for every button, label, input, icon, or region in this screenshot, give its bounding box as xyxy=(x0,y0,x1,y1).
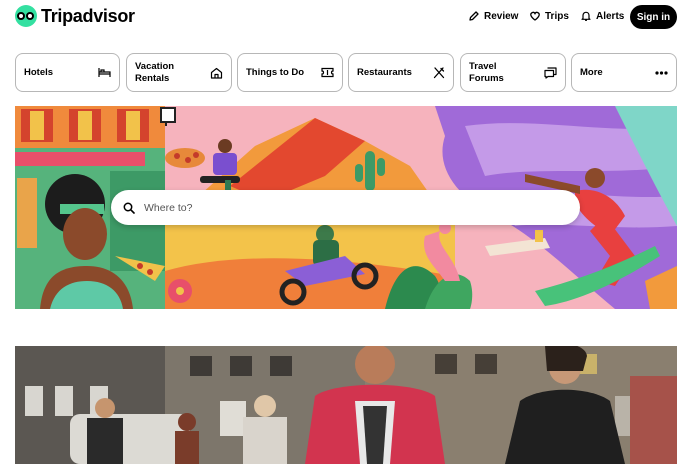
search-input[interactable]: Where to? xyxy=(111,190,580,225)
search-placeholder: Where to? xyxy=(144,201,193,214)
bed-icon xyxy=(98,68,111,77)
fork-knife-icon xyxy=(433,66,445,78)
logo-text: Tripadvisor xyxy=(41,5,135,26)
house-icon xyxy=(210,67,223,79)
street-scene-photo xyxy=(15,346,677,464)
category-label: More xyxy=(580,66,603,78)
ticket-icon xyxy=(321,67,334,78)
category-label: Things to Do xyxy=(246,66,305,78)
category-vacation-rentals-button[interactable]: Vacation Rentals xyxy=(126,53,232,92)
category-travel-forums-button[interactable]: Travel Forums xyxy=(460,53,566,92)
pencil-icon xyxy=(469,11,479,21)
alerts-label: Alerts xyxy=(596,10,625,22)
bell-icon xyxy=(581,11,591,21)
category-hotels-button[interactable]: Hotels xyxy=(15,53,120,92)
owl-logo-icon xyxy=(15,5,37,27)
hero-photo xyxy=(15,346,677,464)
trips-link[interactable]: Trips xyxy=(529,8,569,24)
sign-in-button[interactable]: Sign in xyxy=(630,5,677,29)
search-icon xyxy=(123,202,135,214)
tripadvisor-logo[interactable]: Tripadvisor xyxy=(15,4,135,28)
category-more-button[interactable]: More xyxy=(571,53,677,92)
trips-label: Trips xyxy=(545,10,569,22)
category-label: Travel Forums xyxy=(469,60,504,84)
heart-icon xyxy=(530,11,540,21)
category-restaurants-button[interactable]: Restaurants xyxy=(348,53,454,92)
category-things-to-do-button[interactable]: Things to Do xyxy=(237,53,343,92)
category-label: Hotels xyxy=(24,66,54,78)
alerts-link[interactable]: Alerts xyxy=(580,8,624,24)
chat-icon xyxy=(544,66,557,79)
review-link[interactable]: Review xyxy=(468,8,518,24)
category-label: Vacation Rentals xyxy=(135,60,175,84)
site-header: Tripadvisor Review Trips Alerts Sign in xyxy=(0,0,696,32)
review-label: Review xyxy=(484,10,519,22)
category-label: Restaurants xyxy=(357,66,412,78)
more-dots-icon xyxy=(655,70,668,75)
hero-banner: Where to? xyxy=(15,106,677,309)
